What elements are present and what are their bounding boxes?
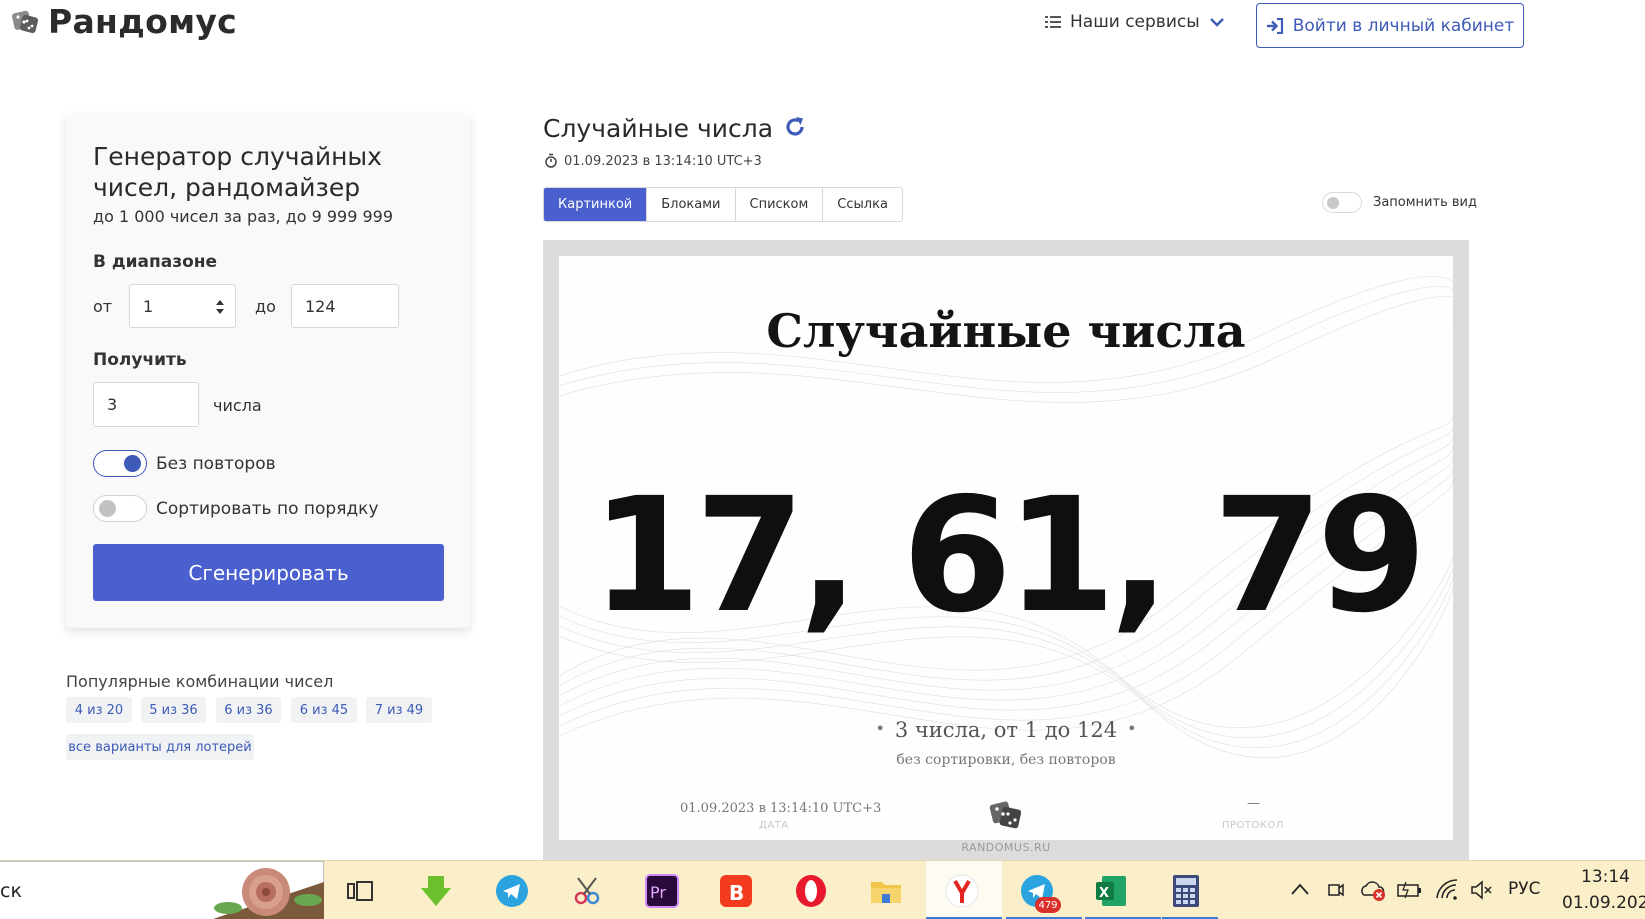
result-image: Случайные числа 17, 61, 79 • 3 числа, от … [559,256,1453,840]
refresh-icon[interactable] [783,115,807,139]
generator-title: Генератор случайных чисел, рандомайзер [93,142,382,202]
calculator-icon[interactable] [1168,873,1204,909]
image-sub: без сортировки, без повторов [896,752,1116,768]
all-lotteries-chip[interactable]: все варианты для лотерей [66,734,254,760]
list-icon [1045,16,1061,28]
count-unit-label: числа [213,396,262,415]
toggle-knob [124,455,141,472]
tab-blocks[interactable]: Блоками [646,188,735,221]
random-numbers: 17, 61, 79 [591,464,1427,648]
tab-link[interactable]: Ссылка [822,188,902,221]
count-input[interactable]: 3 [93,382,199,427]
popular-title: Популярные комбинации чисел [66,672,334,691]
chip-4-of-20[interactable]: 4 из 20 [66,697,132,723]
cloud-error-icon[interactable] [1359,878,1387,902]
download-manager-icon[interactable] [418,873,454,909]
login-button[interactable]: Войти в личный кабинет [1256,3,1524,48]
bullet-icon: • [875,719,885,738]
stopwatch-icon [545,153,557,168]
taskbar-search[interactable]: ск [0,861,324,919]
file-explorer-icon[interactable] [868,873,904,909]
brave-browser-icon[interactable]: B [718,873,754,909]
wifi-icon[interactable] [1435,878,1459,900]
svg-text:B: B [729,881,744,905]
dice-icon [989,801,1022,829]
toggle-knob [1327,197,1339,209]
sort-label[interactable]: Сортировать по порядку [156,499,379,519]
generator-card: Генератор случайных чисел, рандомайзер д… [66,115,470,628]
chevron-down-icon [1209,18,1224,27]
services-label: Наши сервисы [1070,12,1200,32]
svg-text:X: X [1099,886,1109,901]
svg-text:Pr: Pr [650,883,666,902]
chevron-up-icon[interactable] [1290,882,1310,896]
image-site: RANDOMUS.RU [961,841,1051,854]
toggle-knob [99,500,116,517]
chip-7-of-49[interactable]: 7 из 49 [366,697,432,723]
spinner-arrows-icon[interactable] [215,296,225,318]
summary-text: 3 числа, от 1 до 124 [894,718,1118,742]
battery-icon[interactable] [1396,880,1422,900]
dice-logo-icon [12,10,39,33]
image-date: 01.09.2023 в 13:14:10 UTC+3 [680,801,882,816]
protocol-caption: ПРОТОКОЛ [1222,820,1284,831]
image-date-caption: ДАТА [759,820,789,831]
chip-6-of-36[interactable]: 6 из 36 [216,697,281,723]
services-menu[interactable]: Наши сервисы [1045,12,1225,32]
tab-list[interactable]: Списком [734,188,823,221]
to-label: до [255,297,276,316]
result-title: Случайные числа [543,114,774,143]
no-repeat-toggle[interactable] [93,450,147,477]
generator-subtitle: до 1 000 чисел за раз, до 9 999 999 [93,207,394,226]
premiere-pro-icon[interactable]: Pr [644,873,680,909]
result-image-frame: Случайные числа 17, 61, 79 • 3 числа, от … [543,240,1469,860]
chip-6-of-45[interactable]: 6 из 45 [291,697,357,723]
remember-view-toggle[interactable] [1322,192,1362,213]
no-repeat-label[interactable]: Без повторов [156,454,276,474]
logo[interactable]: Рандомус [10,2,237,41]
get-label: Получить [93,350,187,370]
count-value: 3 [107,395,118,414]
logo-text: Рандомус [48,2,238,41]
sign-in-icon [1266,17,1283,34]
to-value: 124 [305,296,336,316]
telegram-unread-badge: 479 [1035,897,1061,913]
scissors-tool-icon[interactable] [569,873,605,909]
image-summary: • 3 числа, от 1 до 124 • [559,718,1453,742]
remember-view-label[interactable]: Запомнить вид [1373,195,1477,210]
image-title: Случайные числа [766,304,1246,358]
view-tabs: Картинкой Блоками Списком Ссылка [543,187,903,222]
result-datetime: 01.09.2023 в 13:14:10 UTC+3 [564,154,762,169]
tab-image[interactable]: Картинкой [544,188,647,221]
telegram-app-icon[interactable]: 479 [1019,873,1061,913]
clock-time[interactable]: 13:14 [1581,867,1630,887]
chip-5-of-36[interactable]: 5 из 36 [141,697,206,723]
input-language[interactable]: РУС [1508,879,1540,899]
range-label: В диапазоне [93,252,218,272]
taskbar-search-text: ск [0,880,22,902]
protocol-value: — [1247,796,1260,811]
meet-icon[interactable] [1327,879,1345,901]
from-label: от [93,297,113,316]
flower-decoration-icon [213,868,324,919]
login-label: Войти в личный кабинет [1292,15,1515,36]
to-input[interactable]: 124 [291,284,399,328]
telegram-icon[interactable] [494,873,530,909]
sort-toggle[interactable] [93,495,147,522]
taskbar: ск Pr B 479 X РУС 13:14 01.09.202 [0,860,1645,919]
opera-icon[interactable] [793,873,829,909]
volume-muted-icon[interactable] [1470,879,1494,901]
yandex-browser-icon[interactable] [944,873,980,909]
from-input[interactable]: 1 [129,284,236,328]
from-value: 1 [143,296,154,316]
page: Рандомус Наши сервисы Войти в личный каб… [0,0,1645,919]
bullet-icon: • [1127,719,1137,738]
clock-date[interactable]: 01.09.2023 [1562,893,1645,913]
task-view-icon[interactable] [342,873,378,909]
generate-button[interactable]: Сгенерировать [93,544,444,601]
excel-icon[interactable]: X [1093,873,1129,909]
